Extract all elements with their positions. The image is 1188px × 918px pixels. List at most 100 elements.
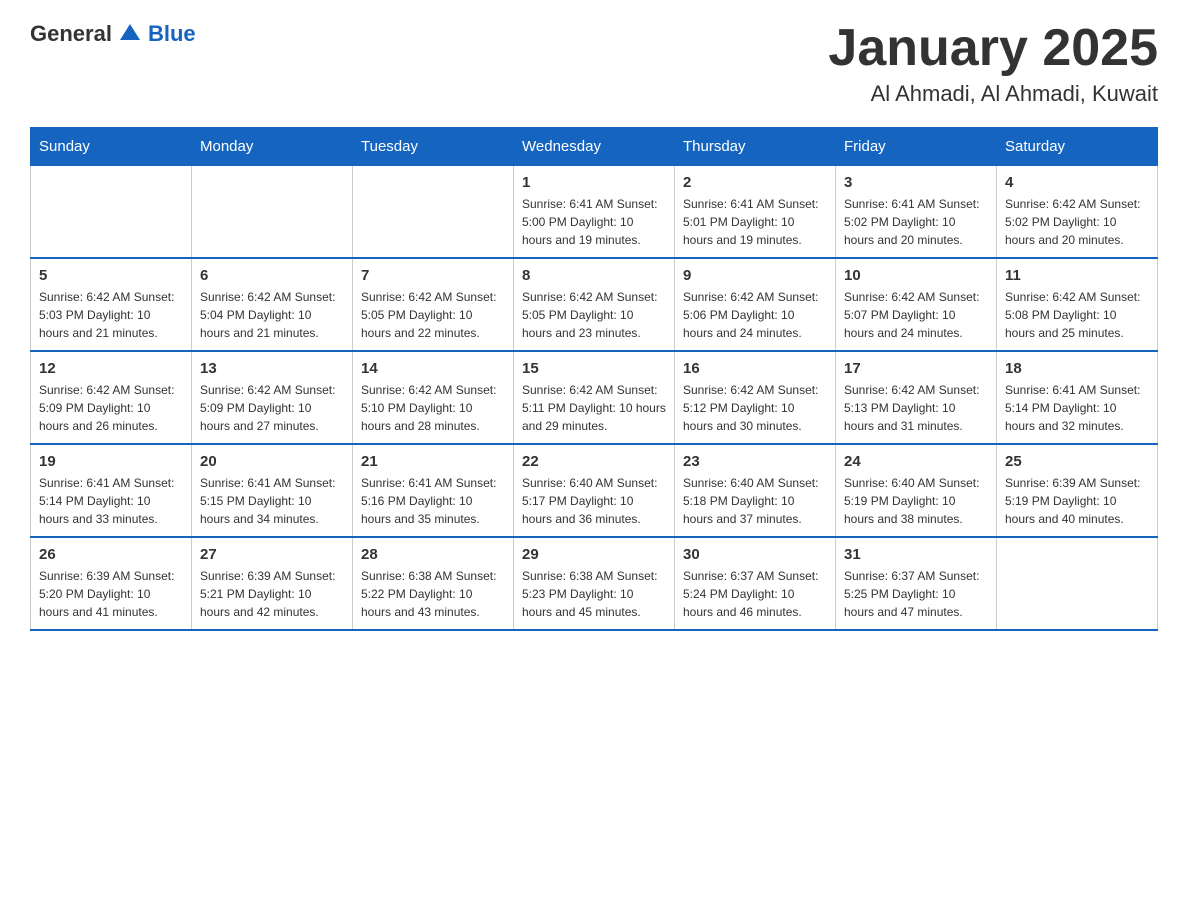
calendar-week-row: 26 Sunrise: 6:39 AM Sunset: 5:20 PM Dayli… — [31, 537, 1158, 630]
logo: General Blue — [30, 20, 196, 48]
day-info: Sunrise: 6:41 AM Sunset: 5:00 PM Dayligh… — [522, 195, 666, 249]
day-info: Sunrise: 6:42 AM Sunset: 5:06 PM Dayligh… — [683, 288, 827, 342]
day-number: 30 — [683, 546, 827, 563]
logo-blue-text: Blue — [148, 21, 196, 47]
calendar-cell: 11 Sunrise: 6:42 AM Sunset: 5:08 PM Dayli… — [997, 258, 1158, 351]
day-info: Sunrise: 6:42 AM Sunset: 5:11 PM Dayligh… — [522, 381, 666, 435]
day-number: 10 — [844, 267, 988, 284]
day-info: Sunrise: 6:42 AM Sunset: 5:05 PM Dayligh… — [522, 288, 666, 342]
day-info: Sunrise: 6:38 AM Sunset: 5:23 PM Dayligh… — [522, 567, 666, 621]
calendar-week-row: 19 Sunrise: 6:41 AM Sunset: 5:14 PM Dayli… — [31, 444, 1158, 537]
day-number: 26 — [39, 546, 183, 563]
calendar-cell: 22Sunrise: 6:40 AM Sunset: 5:17 PM Dayli… — [514, 444, 675, 537]
calendar-cell: 6Sunrise: 6:42 AM Sunset: 5:04 PM Daylig… — [192, 258, 353, 351]
calendar-cell: 21 Sunrise: 6:41 AM Sunset: 5:16 PM Dayli… — [353, 444, 514, 537]
calendar-week-row: 12 Sunrise: 6:42 AM Sunset: 5:09 PM Dayli… — [31, 351, 1158, 444]
logo-general-text: General — [30, 21, 112, 47]
day-number: 17 — [844, 360, 988, 377]
day-info: Sunrise: 6:41 AM Sunset: 5:14 PM Dayligh… — [1005, 381, 1149, 435]
page-header: General Blue January 2025 Al Ahmadi, Al … — [30, 20, 1158, 107]
day-info: Sunrise: 6:42 AM Sunset: 5:09 PM Dayligh… — [39, 381, 183, 435]
weekday-header-row: SundayMondayTuesdayWednesdayThursdayFrid… — [31, 128, 1158, 166]
weekday-header-wednesday: Wednesday — [514, 128, 675, 166]
day-number: 2 — [683, 174, 827, 191]
logo-icon — [116, 20, 144, 48]
day-info: Sunrise: 6:42 AM Sunset: 5:03 PM Dayligh… — [39, 288, 183, 342]
weekday-header-tuesday: Tuesday — [353, 128, 514, 166]
calendar-cell: 25Sunrise: 6:39 AM Sunset: 5:19 PM Dayli… — [997, 444, 1158, 537]
calendar-week-row: 1Sunrise: 6:41 AM Sunset: 5:00 PM Daylig… — [31, 166, 1158, 259]
calendar-cell — [997, 537, 1158, 630]
day-info: Sunrise: 6:40 AM Sunset: 5:18 PM Dayligh… — [683, 474, 827, 528]
day-info: Sunrise: 6:37 AM Sunset: 5:25 PM Dayligh… — [844, 567, 988, 621]
day-info: Sunrise: 6:38 AM Sunset: 5:22 PM Dayligh… — [361, 567, 505, 621]
weekday-header-saturday: Saturday — [997, 128, 1158, 166]
day-info: Sunrise: 6:41 AM Sunset: 5:01 PM Dayligh… — [683, 195, 827, 249]
day-number: 27 — [200, 546, 344, 563]
day-info: Sunrise: 6:39 AM Sunset: 5:20 PM Dayligh… — [39, 567, 183, 621]
calendar-cell: 15 Sunrise: 6:42 AM Sunset: 5:11 PM Dayli… — [514, 351, 675, 444]
calendar-table: SundayMondayTuesdayWednesdayThursdayFrid… — [30, 127, 1158, 631]
calendar-cell — [31, 166, 192, 259]
calendar-cell: 20 Sunrise: 6:41 AM Sunset: 5:15 PM Dayli… — [192, 444, 353, 537]
calendar-cell: 19 Sunrise: 6:41 AM Sunset: 5:14 PM Dayli… — [31, 444, 192, 537]
day-number: 13 — [200, 360, 344, 377]
day-number: 28 — [361, 546, 505, 563]
day-info: Sunrise: 6:41 AM Sunset: 5:02 PM Dayligh… — [844, 195, 988, 249]
day-info: Sunrise: 6:42 AM Sunset: 5:08 PM Dayligh… — [1005, 288, 1149, 342]
day-info: Sunrise: 6:40 AM Sunset: 5:17 PM Dayligh… — [522, 474, 666, 528]
day-number: 24 — [844, 453, 988, 470]
calendar-cell: 1Sunrise: 6:41 AM Sunset: 5:00 PM Daylig… — [514, 166, 675, 259]
calendar-cell: 8 Sunrise: 6:42 AM Sunset: 5:05 PM Daylig… — [514, 258, 675, 351]
weekday-header-monday: Monday — [192, 128, 353, 166]
calendar-cell: 10Sunrise: 6:42 AM Sunset: 5:07 PM Dayli… — [836, 258, 997, 351]
calendar-cell: 16Sunrise: 6:42 AM Sunset: 5:12 PM Dayli… — [675, 351, 836, 444]
calendar-cell: 28 Sunrise: 6:38 AM Sunset: 5:22 PM Dayli… — [353, 537, 514, 630]
day-info: Sunrise: 6:39 AM Sunset: 5:21 PM Dayligh… — [200, 567, 344, 621]
day-number: 3 — [844, 174, 988, 191]
day-info: Sunrise: 6:42 AM Sunset: 5:12 PM Dayligh… — [683, 381, 827, 435]
calendar-cell: 9 Sunrise: 6:42 AM Sunset: 5:06 PM Daylig… — [675, 258, 836, 351]
day-number: 20 — [200, 453, 344, 470]
calendar-cell: 5 Sunrise: 6:42 AM Sunset: 5:03 PM Daylig… — [31, 258, 192, 351]
day-info: Sunrise: 6:41 AM Sunset: 5:16 PM Dayligh… — [361, 474, 505, 528]
calendar-cell: 31 Sunrise: 6:37 AM Sunset: 5:25 PM Dayli… — [836, 537, 997, 630]
calendar-cell — [192, 166, 353, 259]
day-info: Sunrise: 6:42 AM Sunset: 5:09 PM Dayligh… — [200, 381, 344, 435]
day-number: 23 — [683, 453, 827, 470]
calendar-cell: 18 Sunrise: 6:41 AM Sunset: 5:14 PM Dayli… — [997, 351, 1158, 444]
day-number: 14 — [361, 360, 505, 377]
calendar-week-row: 5 Sunrise: 6:42 AM Sunset: 5:03 PM Daylig… — [31, 258, 1158, 351]
day-info: Sunrise: 6:40 AM Sunset: 5:19 PM Dayligh… — [844, 474, 988, 528]
day-number: 29 — [522, 546, 666, 563]
day-number: 15 — [522, 360, 666, 377]
calendar-cell: 17Sunrise: 6:42 AM Sunset: 5:13 PM Dayli… — [836, 351, 997, 444]
calendar-cell: 13 Sunrise: 6:42 AM Sunset: 5:09 PM Dayli… — [192, 351, 353, 444]
calendar-cell: 7Sunrise: 6:42 AM Sunset: 5:05 PM Daylig… — [353, 258, 514, 351]
day-info: Sunrise: 6:42 AM Sunset: 5:10 PM Dayligh… — [361, 381, 505, 435]
location-title: Al Ahmadi, Al Ahmadi, Kuwait — [828, 81, 1158, 107]
day-number: 31 — [844, 546, 988, 563]
day-number: 12 — [39, 360, 183, 377]
weekday-header-friday: Friday — [836, 128, 997, 166]
day-number: 19 — [39, 453, 183, 470]
weekday-header-thursday: Thursday — [675, 128, 836, 166]
day-info: Sunrise: 6:41 AM Sunset: 5:15 PM Dayligh… — [200, 474, 344, 528]
month-title: January 2025 — [828, 20, 1158, 77]
day-number: 11 — [1005, 267, 1149, 284]
day-number: 6 — [200, 267, 344, 284]
calendar-cell: 14 Sunrise: 6:42 AM Sunset: 5:10 PM Dayli… — [353, 351, 514, 444]
day-info: Sunrise: 6:37 AM Sunset: 5:24 PM Dayligh… — [683, 567, 827, 621]
day-number: 8 — [522, 267, 666, 284]
day-number: 9 — [683, 267, 827, 284]
calendar-cell: 27 Sunrise: 6:39 AM Sunset: 5:21 PM Dayli… — [192, 537, 353, 630]
day-number: 18 — [1005, 360, 1149, 377]
calendar-cell: 24 Sunrise: 6:40 AM Sunset: 5:19 PM Dayli… — [836, 444, 997, 537]
calendar-cell: 2 Sunrise: 6:41 AM Sunset: 5:01 PM Daylig… — [675, 166, 836, 259]
day-number: 7 — [361, 267, 505, 284]
calendar-cell: 3 Sunrise: 6:41 AM Sunset: 5:02 PM Daylig… — [836, 166, 997, 259]
day-info: Sunrise: 6:41 AM Sunset: 5:14 PM Dayligh… — [39, 474, 183, 528]
day-number: 5 — [39, 267, 183, 284]
calendar-cell: 26 Sunrise: 6:39 AM Sunset: 5:20 PM Dayli… — [31, 537, 192, 630]
day-number: 21 — [361, 453, 505, 470]
